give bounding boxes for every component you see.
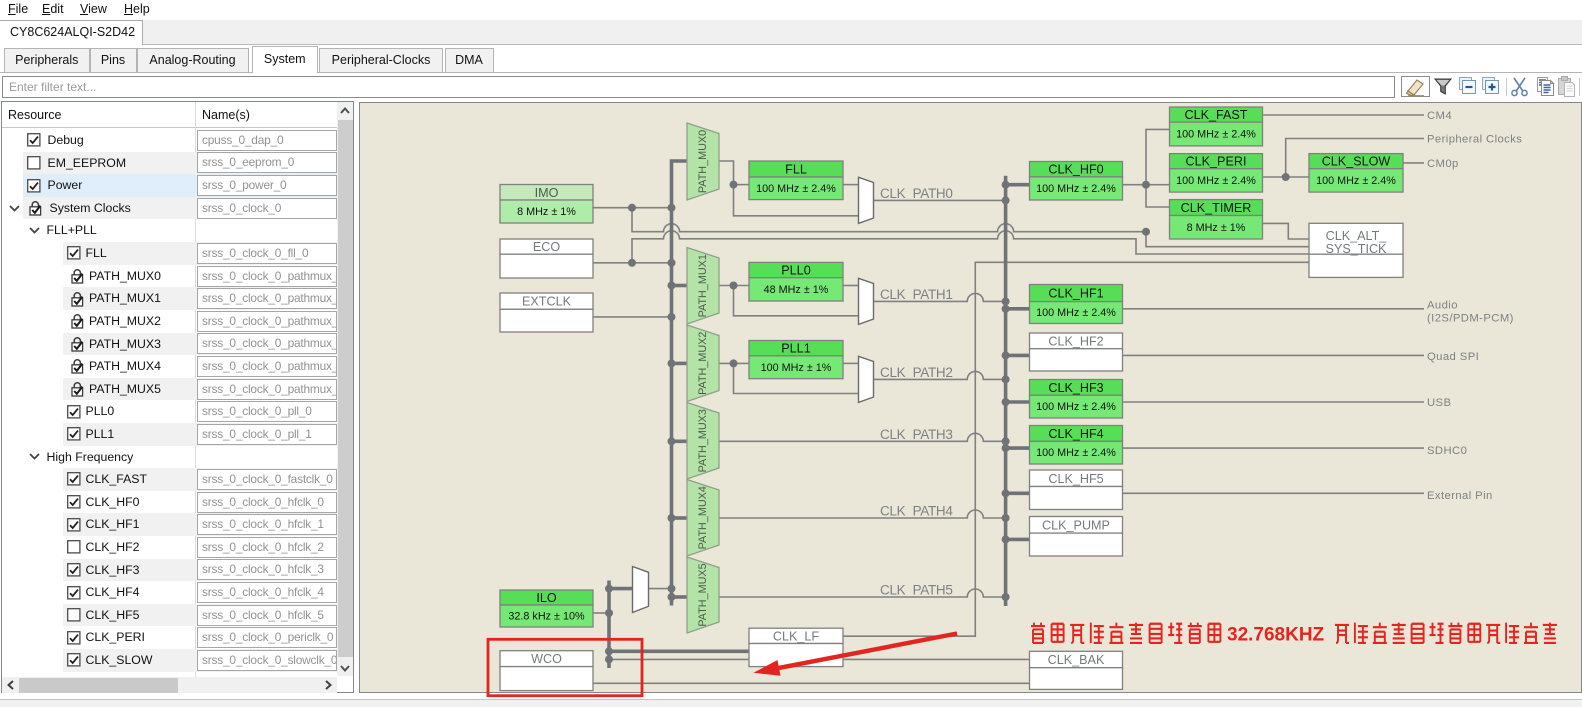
svg-text:PLL0: PLL0 — [781, 264, 810, 278]
svg-text:PATH_MUX5: PATH_MUX5 — [697, 563, 709, 626]
svg-text:Peripheral Clocks: Peripheral Clocks — [1427, 134, 1522, 146]
svg-text:ILO: ILO — [536, 591, 557, 605]
svg-text:CLK_HF0: CLK_HF0 — [1048, 163, 1103, 177]
svg-text:100 MHz ± 2.4%: 100 MHz ± 2.4% — [1036, 307, 1116, 319]
svg-text:CLK_FAST: CLK_FAST — [1185, 108, 1248, 122]
svg-text:CLK_PERI: CLK_PERI — [1186, 155, 1247, 169]
svg-text:PATH_MUX4: PATH_MUX4 — [697, 486, 709, 549]
svg-text:CLK_HF4: CLK_HF4 — [1048, 427, 1103, 441]
svg-text:CLK_PATH5: CLK_PATH5 — [880, 583, 953, 598]
svg-text:ECO: ECO — [533, 240, 560, 254]
svg-text:CLK_PATH0: CLK_PATH0 — [880, 186, 953, 201]
svg-text:CLK_PUMP: CLK_PUMP — [1042, 518, 1110, 532]
svg-text:(I2S/PDM-PCM): (I2S/PDM-PCM) — [1427, 313, 1514, 325]
svg-text:8 MHz ± 1%: 8 MHz ± 1% — [517, 206, 576, 218]
svg-text:100 MHz ± 2.4%: 100 MHz ± 2.4% — [1176, 175, 1256, 187]
svg-text:CLK_ALT_: CLK_ALT_ — [1326, 229, 1388, 243]
svg-text:EXTCLK: EXTCLK — [522, 295, 572, 309]
svg-text:PATH_MUX0: PATH_MUX0 — [697, 130, 709, 193]
svg-text:CLK_TIMER: CLK_TIMER — [1181, 201, 1252, 215]
svg-text:PLL1: PLL1 — [781, 342, 810, 356]
svg-text:SDHC0: SDHC0 — [1427, 445, 1467, 457]
svg-text:32.768KHZ: 32.768KHZ — [1227, 625, 1325, 646]
svg-text:PATH_MUX2: PATH_MUX2 — [697, 332, 709, 395]
svg-text:CLK_PATH1: CLK_PATH1 — [880, 287, 953, 302]
svg-text:100 MHz ± 2.4%: 100 MHz ± 2.4% — [1036, 401, 1116, 413]
svg-text:CLK_PATH4: CLK_PATH4 — [880, 504, 953, 519]
svg-text:8 MHz ± 1%: 8 MHz ± 1% — [1187, 222, 1246, 234]
svg-text:CLK_PATH2: CLK_PATH2 — [880, 365, 953, 380]
svg-text:SYS_TICK: SYS_TICK — [1326, 242, 1387, 256]
svg-text:100 MHz ± 2.4%: 100 MHz ± 2.4% — [1036, 183, 1116, 195]
svg-text:CLK_HF3: CLK_HF3 — [1048, 381, 1103, 395]
svg-text:FLL: FLL — [785, 163, 807, 177]
svg-text:100 MHz ± 2.4%: 100 MHz ± 2.4% — [1316, 175, 1396, 187]
svg-text:CLK_HF5: CLK_HF5 — [1048, 472, 1103, 486]
svg-text:CM0p: CM0p — [1427, 158, 1459, 170]
svg-text:32.8 kHz ± 10%: 32.8 kHz ± 10% — [508, 611, 585, 623]
svg-text:WCO: WCO — [531, 652, 562, 666]
svg-text:100 MHz ± 2.4%: 100 MHz ± 2.4% — [1176, 129, 1256, 141]
svg-text:100 MHz ± 2.4%: 100 MHz ± 2.4% — [756, 183, 836, 195]
svg-text:CLK_PATH3: CLK_PATH3 — [880, 427, 953, 442]
svg-text:CLK_SLOW: CLK_SLOW — [1322, 155, 1391, 169]
svg-text:CLK_LF: CLK_LF — [773, 629, 820, 643]
svg-text:PATH_MUX3: PATH_MUX3 — [697, 409, 709, 472]
svg-text:CLK_HF1: CLK_HF1 — [1048, 287, 1103, 301]
svg-text:IMO: IMO — [535, 186, 559, 200]
svg-text:External Pin: External Pin — [1427, 490, 1493, 502]
svg-text:100 MHz ± 2.4%: 100 MHz ± 2.4% — [1036, 447, 1116, 459]
svg-text:100 MHz ± 1%: 100 MHz ± 1% — [761, 362, 832, 374]
svg-text:Audio: Audio — [1427, 300, 1458, 312]
svg-text:CM4: CM4 — [1427, 110, 1452, 122]
svg-text:PATH_MUX1: PATH_MUX1 — [697, 254, 709, 317]
svg-text:CLK_HF2: CLK_HF2 — [1048, 334, 1103, 348]
svg-text:USB: USB — [1427, 397, 1451, 409]
svg-text:CLK_BAK: CLK_BAK — [1048, 653, 1105, 667]
svg-text:Quad SPI: Quad SPI — [1427, 351, 1479, 363]
svg-text:48 MHz ± 1%: 48 MHz ± 1% — [764, 284, 829, 296]
